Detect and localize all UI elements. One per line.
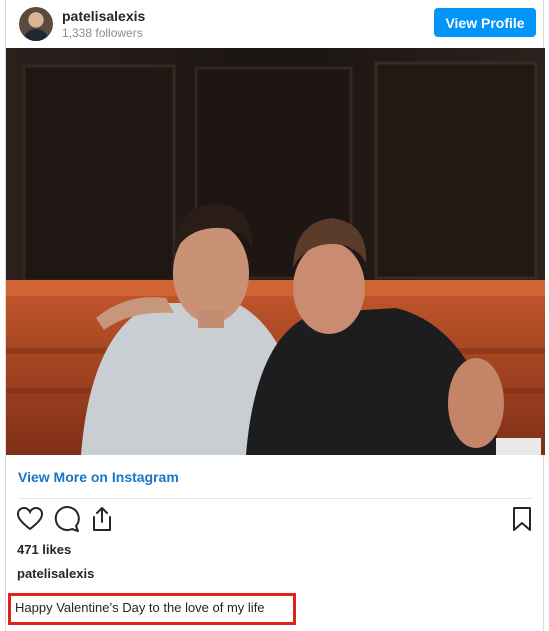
followers-count: 1,338 followers <box>62 26 143 40</box>
likes-count[interactable]: 471 likes <box>17 542 71 557</box>
comment-icon[interactable] <box>52 505 80 533</box>
caption-username[interactable]: patelisalexis <box>17 566 94 581</box>
post-photo-image <box>6 48 545 455</box>
share-icon[interactable] <box>88 505 116 533</box>
avatar[interactable] <box>19 7 53 41</box>
username-link[interactable]: patelisalexis <box>62 8 145 24</box>
instagram-embed-card: patelisalexis 1,338 followers View Profi… <box>5 0 545 631</box>
caption-text: Happy Valentine’s Day to the love of my … <box>15 600 265 615</box>
post-photo[interactable] <box>6 48 545 455</box>
heart-icon[interactable] <box>16 505 44 533</box>
post-header: patelisalexis 1,338 followers View Profi… <box>6 0 543 48</box>
view-more-on-instagram-link[interactable]: View More on Instagram <box>18 469 179 485</box>
bookmark-icon[interactable] <box>508 505 536 533</box>
action-bar <box>6 505 543 535</box>
view-profile-button[interactable]: View Profile <box>434 8 536 37</box>
divider <box>18 498 532 499</box>
